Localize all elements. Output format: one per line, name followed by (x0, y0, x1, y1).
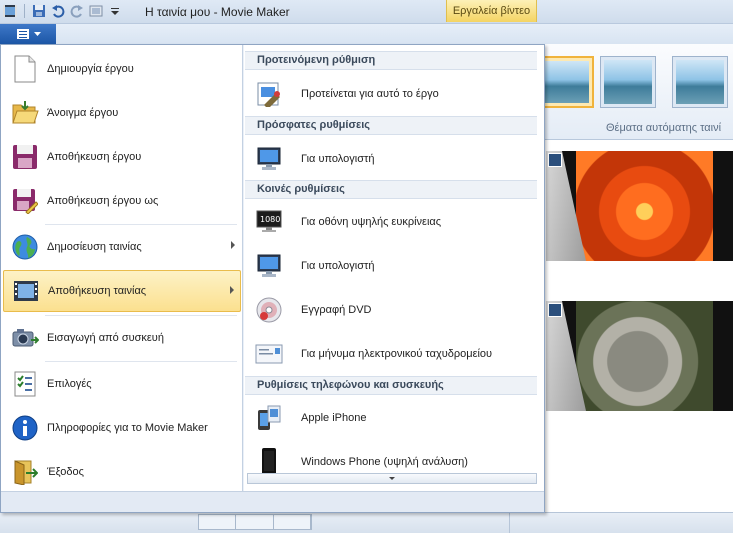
submenu-arrow-icon (230, 286, 234, 294)
save-movie-submenu: Προτεινόμενη ρύθμιση Προτείνεται για αυτ… (244, 45, 544, 491)
qat-separator (24, 4, 25, 18)
ribbon-tab-row (0, 24, 733, 44)
koala-thumbnail (576, 301, 713, 411)
section-header-recent: Πρόσφατες ρυθμίσεις (245, 116, 537, 135)
theme-thumbnail-selected[interactable] (538, 56, 594, 108)
theme-thumbnail[interactable] (600, 56, 656, 108)
clip-koala[interactable] (546, 301, 733, 411)
windows-phone-icon (255, 448, 283, 476)
option-recent-computer[interactable]: Για υπολογιστή (247, 139, 537, 179)
dvd-icon (255, 296, 283, 324)
menu-left-pane: Δημιουργία έργου Άνοιγμα έργου Αποθήκευσ… (1, 45, 243, 491)
new-document-icon (9, 53, 41, 85)
title-bar: Η ταινία μου - Movie Maker Εργαλεία βίντ… (0, 0, 733, 24)
film-icon (10, 275, 42, 307)
save-as-icon (9, 185, 41, 217)
snapshot-icon[interactable] (88, 3, 104, 19)
flower-thumbnail (576, 151, 713, 261)
info-icon (9, 412, 41, 444)
chevron-down-icon (389, 477, 395, 480)
menu-separator (45, 224, 237, 225)
menu-item-save-project[interactable]: Αποθήκευση έργου (3, 136, 241, 178)
clip-marker-icon (548, 153, 562, 167)
clip-flower[interactable] (546, 151, 733, 261)
menu-item-exit[interactable]: Έξοδος (3, 451, 241, 493)
window-title: Η ταινία μου - Movie Maker (145, 5, 290, 19)
section-header-recommended: Προτεινόμενη ρύθμιση (245, 51, 537, 70)
customize-qat-icon[interactable] (107, 3, 123, 19)
menu-item-save-project-as[interactable]: Αποθήκευση έργου ως (3, 180, 241, 222)
menu-separator (45, 315, 237, 316)
redo-icon[interactable] (69, 3, 85, 19)
svg-text:1080: 1080 (260, 215, 280, 224)
menu-item-publish-movie[interactable]: Δημοσίευση ταινίας (3, 226, 241, 268)
menu-lines-icon (16, 29, 29, 39)
menu-item-new-project[interactable]: Δημιουργία έργου (3, 48, 241, 90)
storyboard (546, 141, 733, 533)
section-header-devices: Ρυθμίσεις τηλεφώνου και συσκευής (245, 376, 537, 395)
exit-icon (9, 456, 41, 488)
globe-icon (9, 231, 41, 263)
options-icon (9, 368, 41, 400)
menu-item-import-from-device[interactable]: Εισαγωγή από συσκευή (3, 317, 241, 359)
section-header-common: Κοινές ρυθμίσεις (245, 180, 537, 199)
recommended-settings-icon (255, 80, 283, 108)
menu-item-save-movie[interactable]: Αποθήκευση ταινίας (3, 270, 241, 312)
chevron-down-icon (33, 31, 41, 36)
menu-item-options[interactable]: Επιλογές (3, 363, 241, 405)
menu-item-open-project[interactable]: Άνοιγμα έργου (3, 92, 241, 134)
submenu-scroll-down-button[interactable] (247, 473, 537, 484)
option-computer[interactable]: Για υπολογιστή (247, 246, 537, 286)
status-bar (0, 512, 733, 533)
view-controls[interactable] (198, 514, 312, 530)
iphone-icon (255, 404, 283, 432)
computer-icon (255, 145, 283, 173)
menu-bottom-strip (1, 491, 544, 512)
video-tools-context-tab[interactable]: Εργαλεία βίντεο (446, 0, 537, 22)
email-icon (255, 340, 283, 368)
computer-icon (255, 252, 283, 280)
file-menu-button[interactable] (0, 24, 56, 44)
option-burn-dvd[interactable]: Εγγραφή DVD (247, 290, 537, 330)
app-icon[interactable] (2, 3, 18, 19)
menu-item-about[interactable]: Πληροφορίες για το Movie Maker (3, 407, 241, 449)
status-divider (509, 512, 510, 533)
clip-marker-icon (548, 303, 562, 317)
automovie-themes-label: Θέματα αυτόματης ταινί (606, 122, 722, 134)
option-email[interactable]: Για μήνυμα ηλεκτρονικού ταχυδρομείου (247, 334, 537, 374)
theme-thumbnail[interactable] (672, 56, 728, 108)
open-folder-icon (9, 97, 41, 129)
application-menu: Δημιουργία έργου Άνοιγμα έργου Αποθήκευσ… (0, 44, 545, 513)
save-icon (9, 141, 41, 173)
menu-separator (45, 361, 237, 362)
save-icon[interactable] (31, 3, 47, 19)
undo-icon[interactable] (50, 3, 66, 19)
option-hd-display[interactable]: 1080 Για οθόνη υψηλής ευκρίνειας (247, 202, 537, 242)
option-apple-iphone[interactable]: Apple iPhone (247, 398, 537, 438)
hd-monitor-icon: 1080 (255, 208, 283, 236)
option-recommended[interactable]: Προτείνεται για αυτό το έργο (247, 74, 537, 114)
submenu-arrow-icon (231, 241, 235, 249)
quick-access-toolbar (2, 3, 123, 19)
camera-icon (9, 322, 41, 354)
